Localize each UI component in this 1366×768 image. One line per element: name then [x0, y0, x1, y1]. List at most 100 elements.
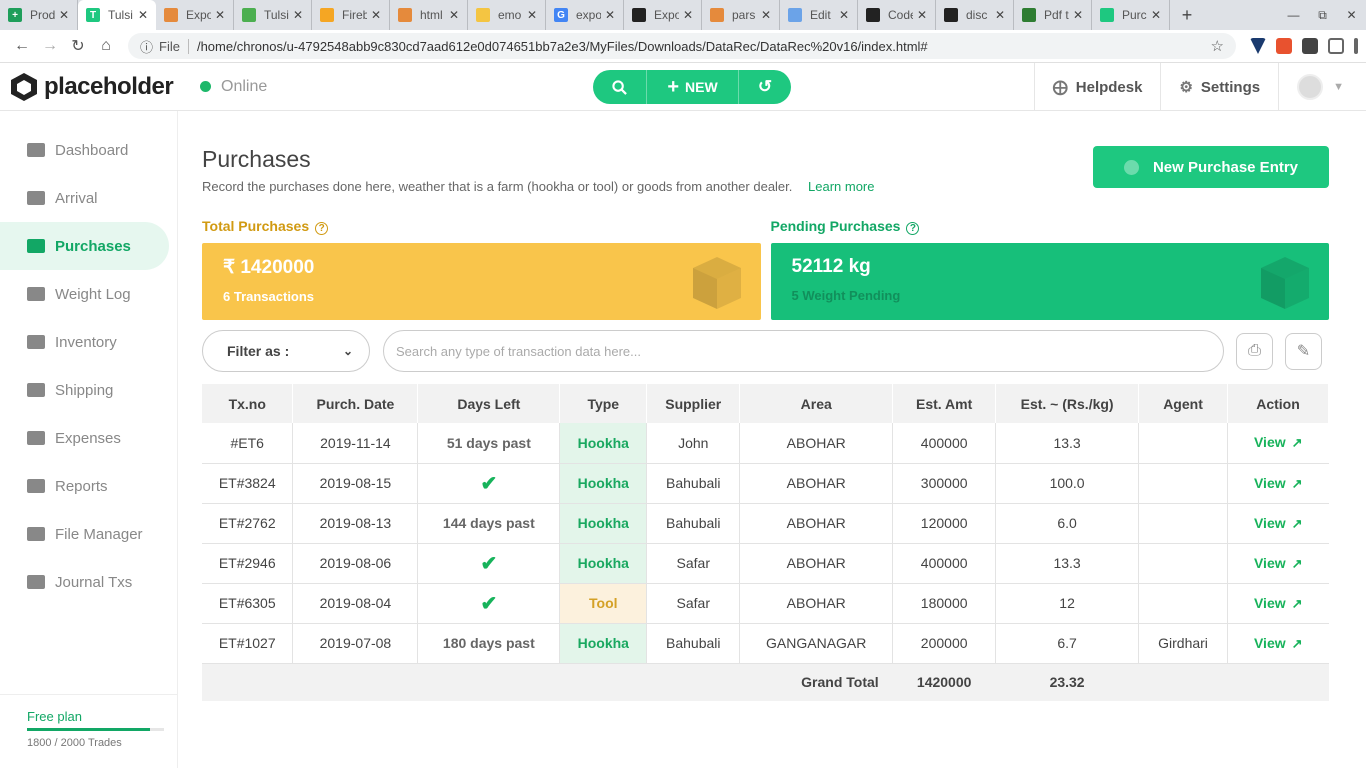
close-tab-icon[interactable]: ✕ — [293, 8, 303, 22]
sidebar-item-journal-txs[interactable]: Journal Txs — [0, 558, 169, 606]
forward-icon[interactable]: → — [36, 37, 64, 55]
sidebar-item-expenses[interactable]: Expenses — [0, 414, 169, 462]
menu-icon[interactable] — [1354, 38, 1358, 54]
sidebar-item-purchases[interactable]: Purchases — [0, 222, 169, 270]
column-header[interactable]: Days Left — [417, 384, 561, 423]
transaction-search-input[interactable] — [383, 330, 1224, 372]
html-extension-icon[interactable] — [1276, 38, 1292, 54]
column-header[interactable]: Agent — [1138, 384, 1228, 423]
search-button[interactable] — [593, 70, 647, 104]
browser-tab[interactable]: Purc ✕ — [1092, 0, 1170, 30]
browser-tab[interactable]: html ✕ — [390, 0, 468, 30]
view-link[interactable]: View — [1254, 595, 1286, 611]
user-menu[interactable]: ▼ — [1278, 63, 1366, 111]
home-icon[interactable]: ⌂ — [92, 37, 120, 55]
close-tab-icon[interactable]: ✕ — [605, 8, 615, 22]
column-header[interactable]: Supplier — [646, 384, 741, 423]
close-tab-icon[interactable]: ✕ — [1151, 8, 1161, 22]
external-link-icon[interactable]: ↗ — [1292, 556, 1303, 572]
sidebar-item-reports[interactable]: Reports — [0, 462, 169, 510]
sidebar-item-file-manager[interactable]: File Manager — [0, 510, 169, 558]
brand-logo[interactable]: placeholder — [0, 72, 200, 102]
close-tab-icon[interactable]: ✕ — [683, 8, 693, 22]
close-tab-icon[interactable]: ✕ — [527, 8, 537, 22]
close-tab-icon[interactable]: ✕ — [1073, 8, 1083, 22]
close-window-icon[interactable]: ✕ — [1337, 0, 1366, 30]
view-link[interactable]: View — [1254, 635, 1286, 651]
external-link-icon[interactable]: ↗ — [1292, 596, 1303, 612]
external-link-icon[interactable]: ↗ — [1292, 435, 1303, 451]
export-button[interactable]: ✎ — [1285, 332, 1322, 370]
vue-extension-icon[interactable] — [1250, 38, 1266, 54]
sidebar-item-dashboard[interactable]: Dashboard — [0, 126, 169, 174]
table-row[interactable]: ET#2762 2019-08-13 144 days past Hookha … — [202, 503, 1329, 544]
browser-tab[interactable]: Code ✕ — [858, 0, 936, 30]
sidebar-item-inventory[interactable]: Inventory — [0, 318, 169, 366]
external-link-icon[interactable]: ↗ — [1292, 636, 1303, 652]
close-tab-icon[interactable]: ✕ — [371, 8, 381, 22]
column-header[interactable]: Type — [559, 384, 648, 423]
column-header[interactable]: Area — [739, 384, 894, 423]
new-tab-button[interactable]: + — [1174, 0, 1200, 30]
help-icon[interactable]: ? — [315, 222, 329, 235]
column-header[interactable]: Action — [1227, 384, 1329, 423]
browser-tab[interactable]: pars ✕ — [702, 0, 780, 30]
browser-tab[interactable]: Expo ✕ — [624, 0, 702, 30]
table-row[interactable]: ET#6305 2019-08-04 ✔ Tool Safar ABOHAR 1… — [202, 583, 1329, 624]
restore-icon[interactable]: ⧉ — [1308, 0, 1337, 30]
browser-tab[interactable]: Pdf t ✕ — [1014, 0, 1092, 30]
table-row[interactable]: ET#1027 2019-07-08 180 days past Hookha … — [202, 623, 1329, 664]
table-row[interactable]: ET#2946 2019-08-06 ✔ Hookha Safar ABOHAR… — [202, 543, 1329, 584]
browser-tab[interactable]: Fireb ✕ — [312, 0, 390, 30]
close-tab-icon[interactable]: ✕ — [138, 8, 148, 22]
history-button[interactable]: ↺ — [739, 70, 791, 104]
filter-select[interactable]: Filter as : ⌄ — [202, 330, 370, 372]
view-link[interactable]: View — [1254, 555, 1286, 571]
close-tab-icon[interactable]: ✕ — [917, 8, 927, 22]
browser-tab[interactable]: Gexpo ✕ — [546, 0, 624, 30]
browser-tab[interactable]: Tulsi ✕ — [234, 0, 312, 30]
browser-tab[interactable]: Expo ✕ — [156, 0, 234, 30]
close-tab-icon[interactable]: ✕ — [995, 8, 1005, 22]
view-link[interactable]: View — [1254, 475, 1286, 491]
back-icon[interactable]: ← — [8, 37, 36, 55]
close-tab-icon[interactable]: ✕ — [215, 8, 225, 22]
close-tab-icon[interactable]: ✕ — [449, 8, 459, 22]
omnibox[interactable]: ⓘ File /home/chronos/u-4792548abb9c830cd… — [128, 33, 1236, 59]
view-link[interactable]: View — [1254, 515, 1286, 531]
table-row[interactable]: #ET6 2019-11-14 51 days past Hookha John… — [202, 423, 1329, 464]
browser-tab[interactable]: Edit ✕ — [780, 0, 858, 30]
external-link-icon[interactable]: ↗ — [1292, 516, 1303, 532]
learn-more-link[interactable]: Learn more — [808, 179, 874, 194]
browser-tab[interactable]: T Tulsi ✕ — [78, 0, 156, 30]
close-tab-icon[interactable]: ✕ — [839, 8, 849, 22]
url-text[interactable]: /home/chronos/u-4792548abb9c830cd7aad612… — [197, 39, 1211, 54]
plan-title[interactable]: Free plan — [27, 709, 178, 724]
extension-icon[interactable] — [1302, 38, 1318, 54]
column-header[interactable]: Est. ~ (Rs./kg) — [995, 384, 1140, 423]
browser-tab[interactable]: + Prod ✕ — [0, 0, 78, 30]
table-row[interactable]: ET#3824 2019-08-15 ✔ Hookha Bahubali ABO… — [202, 463, 1329, 504]
sidebar-item-weight-log[interactable]: Weight Log — [0, 270, 169, 318]
reload-icon[interactable]: ↻ — [64, 36, 92, 56]
help-icon[interactable]: ? — [906, 222, 920, 235]
new-purchase-entry-button[interactable]: New Purchase Entry — [1093, 146, 1329, 188]
info-icon[interactable]: ⓘ — [140, 37, 153, 56]
helpdesk-button[interactable]: ⨁ Helpdesk — [1033, 63, 1161, 111]
close-tab-icon[interactable]: ✕ — [59, 8, 69, 22]
cast-icon[interactable] — [1328, 38, 1344, 54]
browser-tab[interactable]: disc ✕ — [936, 0, 1014, 30]
bookmark-star-icon[interactable]: ☆ — [1211, 37, 1224, 55]
column-header[interactable]: Tx.no — [202, 384, 294, 423]
close-tab-icon[interactable]: ✕ — [761, 8, 771, 22]
sidebar-item-shipping[interactable]: Shipping — [0, 366, 169, 414]
settings-button[interactable]: ⚙ Settings — [1160, 63, 1278, 111]
new-button[interactable]: + NEW — [647, 70, 739, 104]
sidebar-item-arrival[interactable]: Arrival — [0, 174, 169, 222]
external-link-icon[interactable]: ↗ — [1292, 476, 1303, 492]
view-link[interactable]: View — [1254, 434, 1286, 450]
column-header[interactable]: Purch. Date — [292, 384, 419, 423]
browser-tab[interactable]: emo ✕ — [468, 0, 546, 30]
column-header[interactable]: Est. Amt — [892, 384, 997, 423]
minimize-icon[interactable]: — — [1279, 0, 1308, 30]
